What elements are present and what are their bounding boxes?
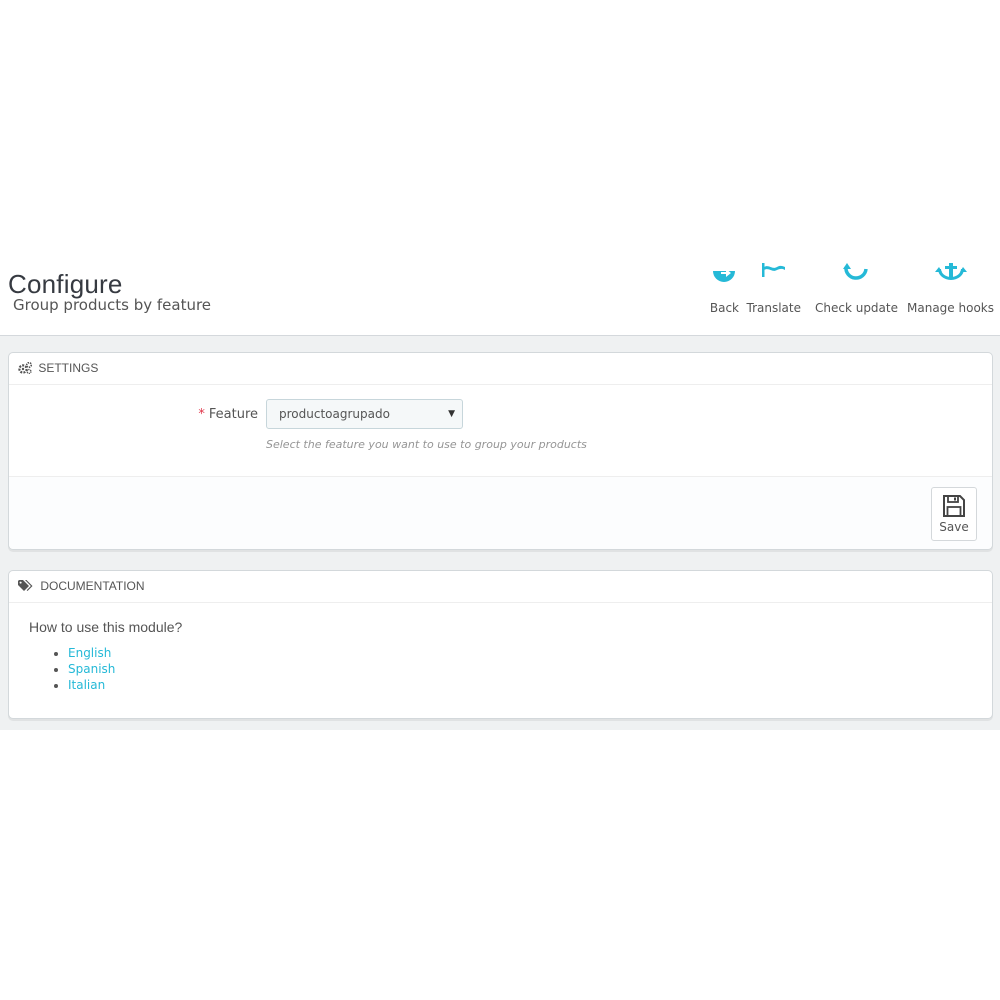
cogs-icon [18, 361, 33, 375]
flag-icon [761, 263, 785, 277]
manage-hooks-button[interactable]: Manage hooks [907, 263, 994, 315]
feature-select-value: productoagrupado [279, 407, 390, 421]
list-item: Spanish [68, 661, 972, 677]
documentation-heading: Documentation [9, 571, 992, 603]
english-link[interactable]: English [68, 646, 111, 660]
italian-link[interactable]: Italian [68, 678, 105, 692]
translate-button[interactable]: Translate [746, 263, 802, 315]
documentation-question: How to use this module? [29, 619, 183, 635]
documentation-links: English Spanish Italian [29, 645, 972, 693]
manage-hooks-label: Manage hooks [907, 301, 994, 315]
caret-down-icon: ▼ [448, 409, 455, 419]
feature-label-text: Feature [208, 407, 258, 422]
documentation-panel: Documentation How to use this module? En… [8, 570, 993, 719]
back-button[interactable]: Back [710, 263, 739, 315]
feature-select[interactable]: productoagrupado ▼ [266, 399, 463, 429]
settings-panel: Settings * Feature productoagrupado ▼ Sel… [8, 352, 993, 550]
tags-icon [18, 580, 33, 591]
save-button[interactable]: Save [931, 487, 977, 541]
documentation-title: Documentation [40, 579, 145, 593]
list-item: Italian [68, 677, 972, 693]
page-header: Configure Group products by feature Back… [0, 255, 1000, 336]
check-update-button[interactable]: Check update [815, 263, 898, 315]
settings-footer: Save [9, 476, 992, 549]
page-subtitle: Group products by feature [13, 296, 212, 314]
required-marker: * [198, 407, 205, 422]
save-icon [943, 495, 965, 517]
back-label: Back [709, 301, 739, 315]
list-item: English [68, 645, 972, 661]
spanish-link[interactable]: Spanish [68, 662, 115, 676]
check-update-label: Check update [814, 301, 898, 315]
documentation-body: How to use this module? English Spanish … [9, 603, 992, 693]
feature-form-group: * Feature productoagrupado ▼ Select the f… [9, 385, 992, 477]
settings-heading: Settings [9, 353, 992, 385]
feature-label: * Feature [198, 407, 258, 422]
refresh-icon [843, 263, 869, 280]
feature-help-text: Select the feature you want to use to gr… [266, 438, 587, 451]
anchor-icon [934, 263, 967, 280]
back-icon [713, 269, 736, 282]
save-label: Save [939, 520, 969, 534]
settings-title: Settings [38, 361, 99, 375]
translate-label: Translate [746, 301, 802, 315]
